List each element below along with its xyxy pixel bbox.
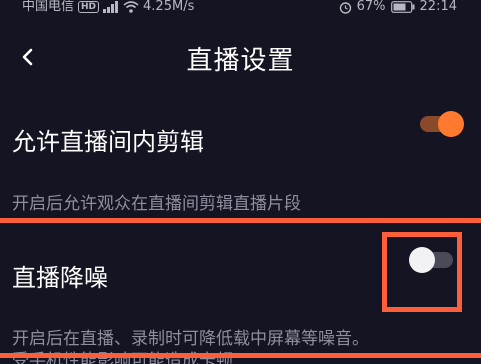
settings-screen: 中国电信 HD 4.25M/s 67% 22:14 直播设置 允许直播间内剪辑 … (0, 0, 481, 364)
setting-label-live-clip: 允许直播间内剪辑 (12, 128, 204, 156)
clock-time: 22:14 (419, 0, 457, 14)
setting-desc-live-clip: 开启后允许观众在直播间剪辑直播片段 (12, 194, 301, 214)
header-bar: 直播设置 (0, 30, 481, 86)
noise-reduction-toggle[interactable] (409, 247, 453, 273)
status-right: 67% 22:14 (339, 0, 457, 14)
battery-percent: 67% (356, 0, 386, 14)
status-bar: 中国电信 HD 4.25M/s 67% 22:14 (0, 0, 481, 18)
carrier-name: 中国电信 (22, 0, 75, 14)
status-left: 中国电信 HD 4.25M/s (22, 0, 194, 14)
setting-desc-noise-reduction-line2: 受手机性能影响可能造成卡顿 (12, 351, 233, 364)
toggle-knob (438, 111, 464, 137)
setting-label-noise-reduction: 直播降噪 (12, 264, 108, 292)
network-speed: 4.25M/s (143, 0, 195, 14)
live-clip-toggle[interactable] (420, 111, 464, 137)
alarm-icon (339, 1, 351, 14)
battery-icon (390, 1, 415, 13)
toggle-knob (409, 247, 435, 273)
wifi-icon (123, 1, 139, 13)
signal-icon (103, 1, 119, 13)
hd-badge: HD (78, 1, 100, 13)
page-title: 直播设置 (186, 46, 295, 76)
